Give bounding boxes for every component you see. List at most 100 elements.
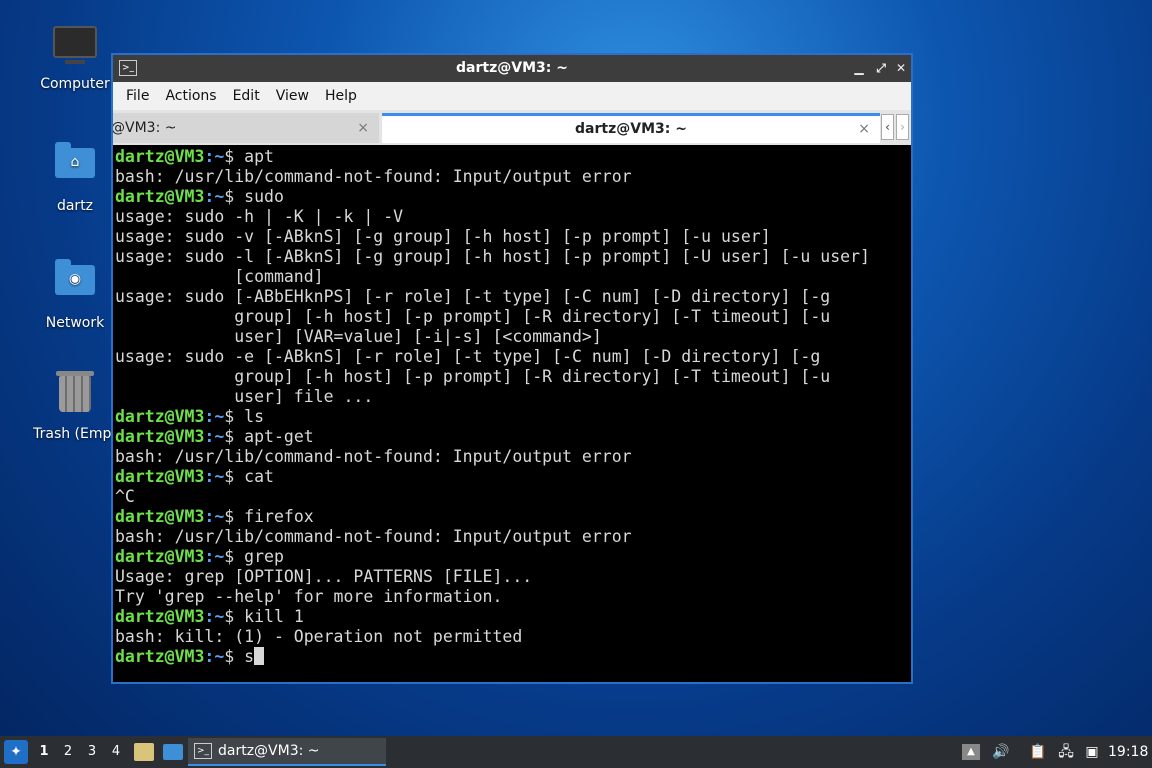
prompt-command: s bbox=[244, 647, 255, 666]
tab-scroll-right-icon[interactable]: › bbox=[896, 114, 909, 140]
home-folder-icon: ⌂ bbox=[53, 142, 97, 192]
prompt-user: dartz@VM3 bbox=[115, 407, 205, 426]
window-titlebar[interactable]: >_ dartz@VM3: ~ ▁ ⤢ ✕ bbox=[113, 55, 911, 82]
network-folder-icon: ◉ bbox=[53, 259, 97, 309]
terminal-cursor bbox=[254, 647, 265, 665]
terminal-output-line: user] file ... bbox=[115, 387, 374, 406]
terminal-prompt-line: dartz@VM3:~$ kill 1 bbox=[115, 607, 911, 627]
menu-actions[interactable]: Actions bbox=[157, 88, 224, 104]
prompt-path: :~ bbox=[204, 507, 225, 526]
terminal-output-line: usage: sudo -e [-ABknS] [-r role] [-t ty… bbox=[115, 347, 821, 366]
terminal-output-line: usage: sudo -h | -K | -k | -V bbox=[115, 207, 404, 226]
terminal-output-line: usage: sudo [-ABbEHknPS] [-r role] [-t t… bbox=[115, 287, 831, 306]
terminal-output-line: Try 'grep --help' for more information. bbox=[115, 587, 503, 606]
prompt-sign: $ bbox=[224, 507, 245, 526]
workspace-2[interactable]: 2 bbox=[57, 736, 79, 768]
prompt-sign: $ bbox=[224, 427, 245, 446]
terminal-output[interactable]: dartz@VM3:~$ apt bash: /usr/lib/command-n… bbox=[113, 145, 911, 682]
maximize-icon[interactable]: ⤢ bbox=[872, 58, 890, 78]
menu-file[interactable]: File bbox=[118, 88, 157, 104]
prompt-sign: $ bbox=[224, 147, 245, 166]
terminal-output-line: bash: /usr/lib/command-not-found: Input/… bbox=[115, 167, 632, 186]
tab-close-icon[interactable]: × bbox=[858, 116, 870, 142]
prompt-sign: $ bbox=[224, 187, 245, 206]
prompt-path: :~ bbox=[204, 607, 225, 626]
prompt-user: dartz@VM3 bbox=[115, 467, 205, 486]
tab-scroll-left-icon[interactable]: ‹ bbox=[881, 114, 894, 140]
prompt-command: cat bbox=[244, 467, 274, 486]
prompt-path: :~ bbox=[204, 467, 225, 486]
menu-edit[interactable]: Edit bbox=[225, 88, 268, 104]
terminal-prompt-line: dartz@VM3:~$ apt bbox=[115, 147, 911, 167]
terminal-prompt-line: dartz@VM3:~$ s bbox=[115, 647, 911, 667]
taskbar-terminal-item[interactable]: >_ dartz@VM3: ~ bbox=[188, 738, 386, 766]
minimize-icon[interactable]: ▁ bbox=[850, 58, 868, 78]
prompt-command: ls bbox=[244, 407, 265, 426]
terminal-output-line: Usage: grep [OPTION]... PATTERNS [FILE].… bbox=[115, 567, 533, 586]
prompt-user: dartz@VM3 bbox=[115, 147, 205, 166]
trash-icon bbox=[53, 371, 97, 420]
menu-help[interactable]: Help bbox=[317, 88, 365, 104]
workspace-1[interactable]: 1 bbox=[33, 736, 55, 768]
clock[interactable]: 19:18 bbox=[1108, 736, 1148, 768]
prompt-command: sudo bbox=[244, 187, 284, 206]
prompt-path: :~ bbox=[204, 147, 225, 166]
terminal-window: >_ dartz@VM3: ~ ▁ ⤢ ✕ File Actions Edit … bbox=[111, 53, 913, 684]
terminal-output-line: [command] bbox=[115, 267, 324, 286]
workspace-3[interactable]: 3 bbox=[81, 736, 103, 768]
terminal-prompt-line: dartz@VM3:~$ cat bbox=[115, 467, 911, 487]
tray-up-arrow-icon[interactable]: ▲ bbox=[962, 744, 980, 760]
prompt-command: grep bbox=[244, 547, 284, 566]
prompt-user: dartz@VM3 bbox=[115, 607, 205, 626]
terminal-output-line: bash: /usr/lib/command-not-found: Input/… bbox=[115, 527, 632, 546]
terminal-prompt-line: dartz@VM3:~$ sudo bbox=[115, 187, 911, 207]
taskbar: ✦ 1 2 3 4 >_ dartz@VM3: ~ ▲ 🔊 📋 🖧 ▣ 19:1… bbox=[0, 736, 1152, 768]
prompt-sign: $ bbox=[224, 607, 245, 626]
tab-label: dartz@VM3: ~ bbox=[575, 121, 687, 137]
tab-inactive[interactable]: @VM3: ~ × bbox=[113, 113, 379, 143]
prompt-path: :~ bbox=[204, 647, 225, 666]
workspace-4[interactable]: 4 bbox=[105, 736, 127, 768]
terminal-prompt-line: dartz@VM3:~$ apt-get bbox=[115, 427, 911, 447]
prompt-command: firefox bbox=[244, 507, 314, 526]
network-tray-icon[interactable]: 🖧 bbox=[1055, 736, 1077, 768]
terminal-output-line: usage: sudo -v [-ABknS] [-g group] [-h h… bbox=[115, 227, 771, 246]
terminal-prompt-line: dartz@VM3:~$ grep bbox=[115, 547, 911, 567]
terminal-output-line: bash: kill: (1) - Operation not permitte… bbox=[115, 627, 523, 646]
notification-icon[interactable]: ▣ bbox=[1083, 736, 1101, 768]
terminal-output-line: group] [-h host] [-p prompt] [-R directo… bbox=[115, 367, 831, 386]
tab-close-icon[interactable]: × bbox=[357, 113, 369, 143]
clipboard-icon[interactable]: 📋 bbox=[1028, 736, 1048, 768]
prompt-sign: $ bbox=[224, 467, 245, 486]
menu-view[interactable]: View bbox=[268, 88, 317, 104]
prompt-sign: $ bbox=[224, 407, 245, 426]
window-title: dartz@VM3: ~ bbox=[456, 60, 568, 76]
terminal-output-line: group] [-h host] [-p prompt] [-R directo… bbox=[115, 307, 831, 326]
taskbar-item-label: dartz@VM3: ~ bbox=[218, 743, 320, 759]
terminal-output-line: bash: /usr/lib/command-not-found: Input/… bbox=[115, 447, 632, 466]
prompt-user: dartz@VM3 bbox=[115, 647, 205, 666]
prompt-path: :~ bbox=[204, 407, 225, 426]
tab-bar: @VM3: ~ × dartz@VM3: ~ × ‹ › bbox=[113, 110, 911, 146]
prompt-path: :~ bbox=[204, 427, 225, 446]
terminal-prompt-line: dartz@VM3:~$ firefox bbox=[115, 507, 911, 527]
terminal-output-line: ^C bbox=[115, 487, 135, 506]
start-menu-icon[interactable]: ✦ bbox=[4, 740, 28, 764]
prompt-path: :~ bbox=[204, 547, 225, 566]
terminal-output-line: user] [VAR=value] [-i|-s] [<command>] bbox=[115, 327, 602, 346]
prompt-sign: $ bbox=[224, 647, 245, 666]
prompt-command: kill 1 bbox=[244, 607, 304, 626]
prompt-command: apt bbox=[244, 147, 274, 166]
file-manager-icon[interactable] bbox=[134, 743, 154, 761]
terminal-output-line: usage: sudo -l [-ABknS] [-g group] [-h h… bbox=[115, 247, 870, 266]
prompt-user: dartz@VM3 bbox=[115, 187, 205, 206]
volume-icon[interactable]: 🔊 bbox=[990, 736, 1012, 768]
terminal-icon: >_ bbox=[194, 743, 212, 759]
prompt-command: apt-get bbox=[244, 427, 314, 446]
close-icon[interactable]: ✕ bbox=[892, 58, 910, 78]
prompt-path: :~ bbox=[204, 187, 225, 206]
tab-active[interactable]: dartz@VM3: ~ × bbox=[382, 113, 880, 143]
prompt-user: dartz@VM3 bbox=[115, 547, 205, 566]
show-desktop-icon[interactable] bbox=[163, 744, 183, 760]
tab-label: @VM3: ~ bbox=[113, 120, 177, 136]
